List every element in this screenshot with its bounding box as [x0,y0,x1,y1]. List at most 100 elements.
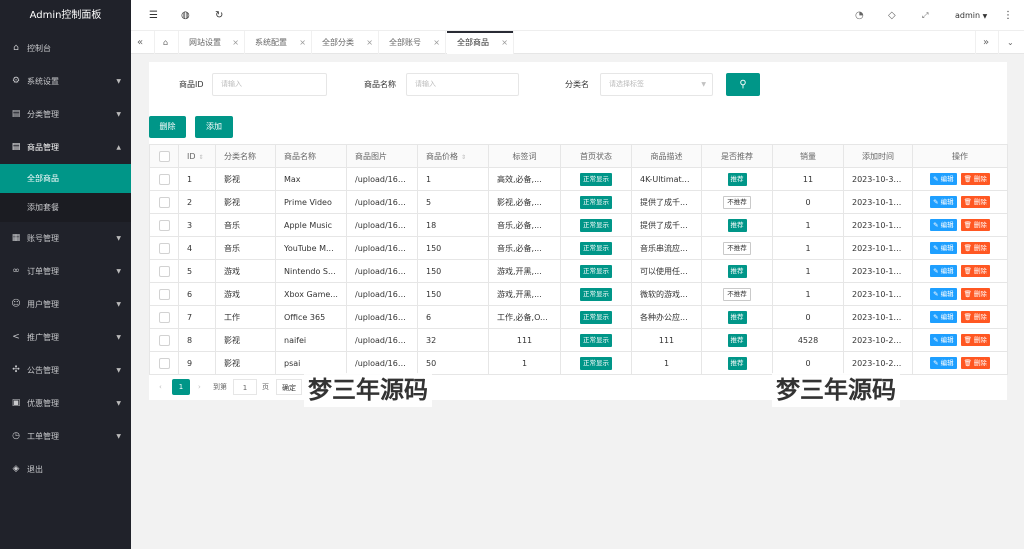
more-icon[interactable]: ⋮ [1003,0,1013,31]
goto-page-input[interactable]: 1 [233,379,257,395]
status-badge[interactable]: 正常显示 [580,264,612,278]
close-icon[interactable]: × [433,31,440,54]
page-current[interactable]: 1 [172,379,190,395]
menu-toggle-icon[interactable]: ☰ [149,0,158,31]
edit-button[interactable]: ✎ 编辑 [930,334,957,346]
recommend-badge[interactable]: 推荐 [727,218,747,232]
goto-confirm-button[interactable]: 确定 [276,379,302,395]
refresh-icon[interactable]: ↻ [215,0,223,31]
status-badge[interactable]: 正常显示 [580,218,612,232]
close-icon[interactable]: × [501,31,508,54]
prev-page-icon[interactable]: ‹ [159,379,162,395]
sidebar-subitem-all-products[interactable]: 全部商品 [0,164,131,193]
delete-row-button[interactable]: 🗑 删除 [960,311,990,323]
sidebar-item-promo-mgmt[interactable]: < 推广管理 ▼ [0,321,131,354]
sidebar-item-user-mgmt[interactable]: ☺ 用户管理 ▼ [0,288,131,321]
tab-scroll-left-icon[interactable]: « [131,31,155,54]
status-badge[interactable]: 正常显示 [580,195,612,209]
edit-button[interactable]: ✎ 编辑 [930,311,957,323]
edit-button[interactable]: ✎ 编辑 [930,219,957,231]
palette-icon[interactable]: ◔ [855,0,864,31]
delete-button[interactable]: 删除 [149,116,186,138]
tab-menu-chevron-icon[interactable]: ⌄ [999,31,1024,54]
col-id[interactable]: ID ⇕ [178,144,216,168]
delete-row-button[interactable]: 🗑 删除 [960,219,990,231]
sidebar-item-ticket-mgmt[interactable]: ◷ 工单管理 ▼ [0,420,131,453]
recommend-badge[interactable]: 推荐 [727,264,747,278]
next-page-icon[interactable]: › [198,379,201,395]
sidebar-item-notice-mgmt[interactable]: ✣ 公告管理 ▼ [0,354,131,387]
checkbox-box [158,334,170,346]
recommend-badge[interactable]: 不推荐 [723,241,751,255]
tab-system-config[interactable]: 系统配置 × [245,31,312,54]
recommend-badge[interactable]: 推荐 [727,172,747,186]
status-badge[interactable]: 正常显示 [580,356,612,370]
delete-row-button[interactable]: 🗑 删除 [960,288,990,300]
close-icon[interactable]: × [232,31,239,54]
status-badge[interactable]: 正常显示 [580,333,612,347]
product-name-input[interactable]: 请输入 [406,73,519,96]
status-badge[interactable]: 正常显示 [580,287,612,301]
recommend-badge[interactable]: 不推荐 [723,287,751,301]
tab-scroll-right-icon[interactable]: » [975,31,999,54]
select-all-checkbox[interactable] [149,144,179,168]
delete-row-button[interactable]: 🗑 删除 [960,357,990,369]
row-checkbox[interactable] [149,167,179,191]
delete-row-button[interactable]: 🗑 删除 [960,196,990,208]
edit-button[interactable]: ✎ 编辑 [930,288,957,300]
tag-icon[interactable]: ◇ [888,0,896,31]
sort-icon[interactable]: ⇕ [461,154,466,161]
tab-all-categories[interactable]: 全部分类 × [312,31,379,54]
sidebar-item-category-mgmt[interactable]: ▤ 分类管理 ▼ [0,98,131,131]
sidebar-item-order-mgmt[interactable]: ∞ 订单管理 ▼ [0,255,131,288]
row-checkbox[interactable] [149,328,179,352]
home-tab-icon[interactable]: ⌂ [155,31,179,54]
product-id-input[interactable]: 请输入 [212,73,327,96]
edit-button[interactable]: ✎ 编辑 [930,196,957,208]
status-badge[interactable]: 正常显示 [580,172,612,186]
row-checkbox[interactable] [149,305,179,329]
sidebar-item-system-settings[interactable]: ⚙ 系统设置 ▼ [0,65,131,98]
user-menu[interactable]: admin ▼ [955,0,987,31]
sidebar-item-label: 工单管理 [27,432,59,441]
cell-sales: 1 [772,259,844,283]
globe-icon[interactable]: ◍ [181,0,190,31]
tab-all-accounts[interactable]: 全部账号 × [379,31,446,54]
status-badge[interactable]: 正常显示 [580,310,612,324]
tab-site-settings[interactable]: 网站设置 × [179,31,245,54]
sidebar-item-coupon-mgmt[interactable]: ▣ 优惠管理 ▼ [0,387,131,420]
search-button[interactable]: ⚲ [726,73,760,96]
row-checkbox[interactable] [149,236,179,260]
sidebar-item-account-mgmt[interactable]: ▦ 账号管理 ▼ [0,222,131,255]
sidebar-item-logout[interactable]: ◈ 退出 [0,453,131,486]
edit-button[interactable]: ✎ 编辑 [930,357,957,369]
fullscreen-icon[interactable]: ⤢ [922,0,928,31]
close-icon[interactable]: × [366,31,373,54]
edit-button[interactable]: ✎ 编辑 [930,265,957,277]
sidebar-item-dashboard[interactable]: ⌂ 控制台 [0,32,131,65]
delete-row-button[interactable]: 🗑 删除 [960,242,990,254]
row-checkbox[interactable] [149,282,179,306]
row-checkbox[interactable] [149,190,179,214]
row-checkbox[interactable] [149,213,179,237]
status-badge[interactable]: 正常显示 [580,241,612,255]
close-icon[interactable]: × [299,31,306,54]
sort-icon[interactable]: ⇕ [199,154,204,161]
add-button[interactable]: 添加 [195,116,233,138]
sidebar-item-product-mgmt[interactable]: ▤ 商品管理 ▲ [0,131,131,164]
recommend-badge[interactable]: 推荐 [727,356,747,370]
delete-row-button[interactable]: 🗑 删除 [960,173,990,185]
delete-row-button[interactable]: 🗑 删除 [960,265,990,277]
row-checkbox[interactable] [149,351,179,375]
recommend-badge[interactable]: 推荐 [727,333,747,347]
row-checkbox[interactable] [149,259,179,283]
edit-button[interactable]: ✎ 编辑 [930,242,957,254]
sidebar-subitem-add-package[interactable]: 添加套餐 [0,193,131,222]
recommend-badge[interactable]: 不推荐 [723,195,751,209]
tab-all-products[interactable]: 全部商品 × [447,31,514,54]
delete-row-button[interactable]: 🗑 删除 [960,334,990,346]
category-select[interactable]: 请选择标签 ▼ [600,73,713,96]
col-price[interactable]: 商品价格 ⇕ [417,144,489,168]
edit-button[interactable]: ✎ 编辑 [930,173,957,185]
recommend-badge[interactable]: 推荐 [727,310,747,324]
